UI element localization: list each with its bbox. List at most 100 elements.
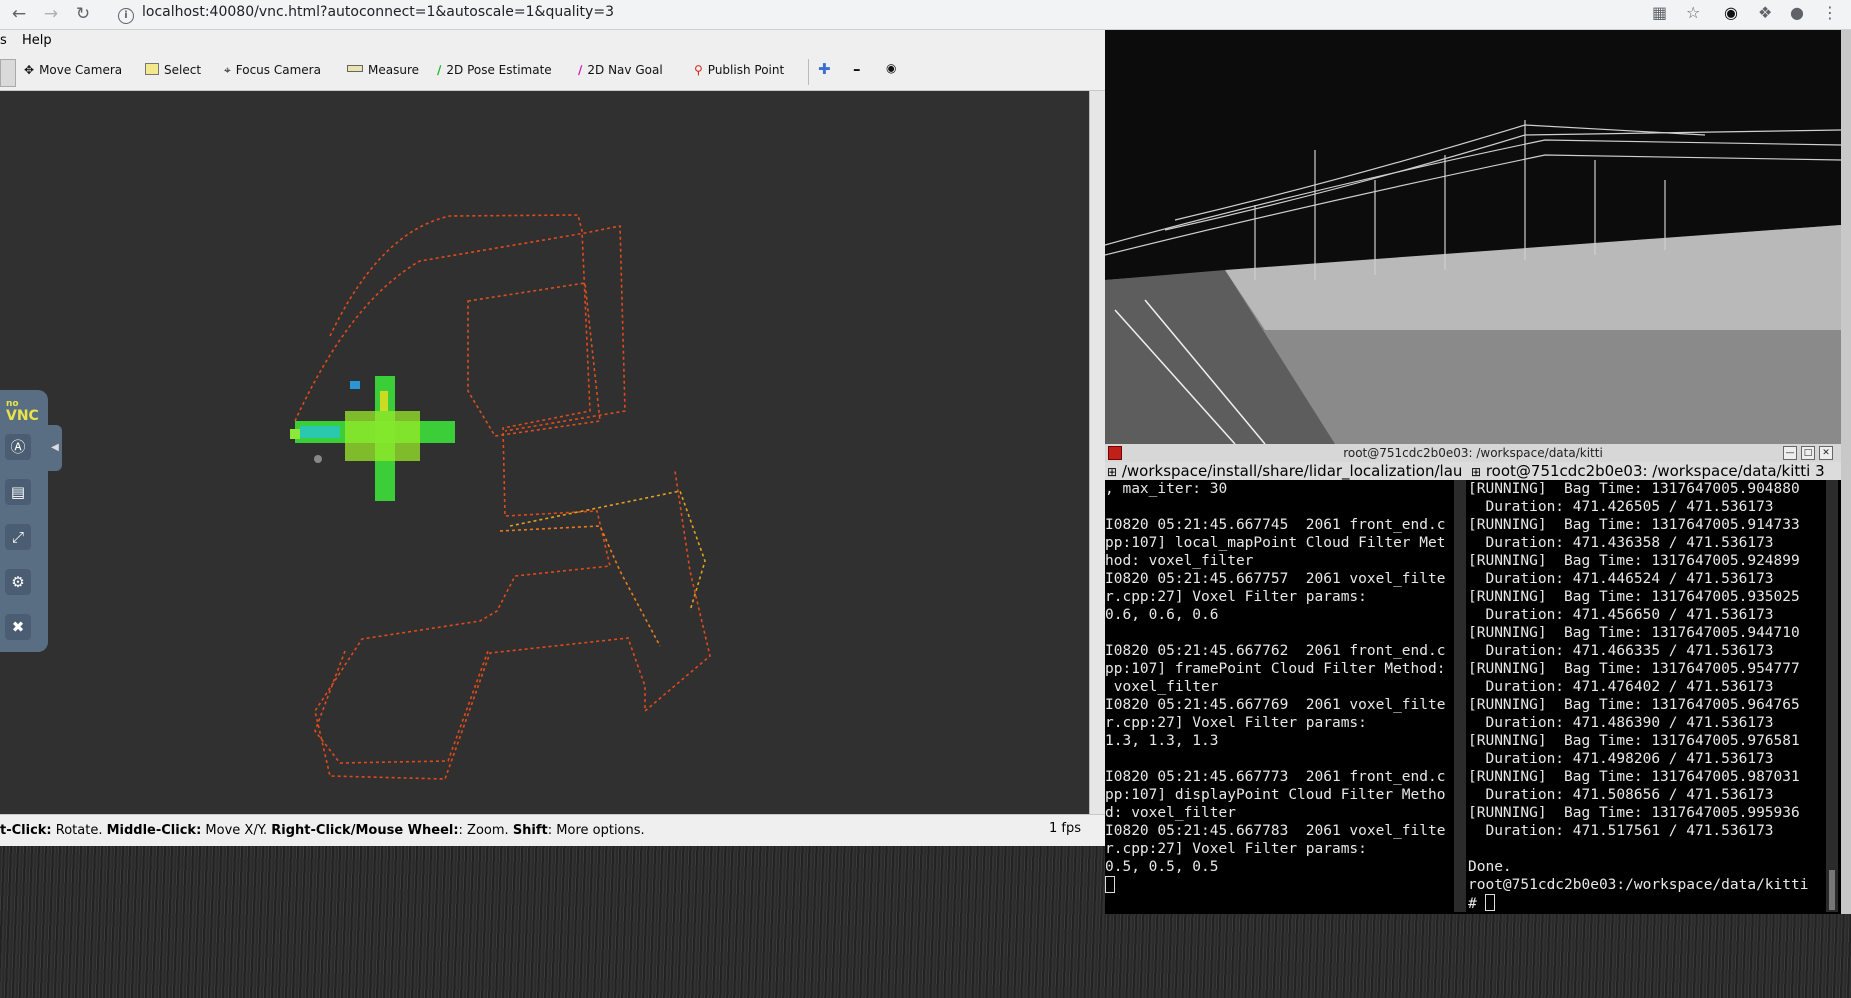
terminal-line: I0820 05:21:45.667762 2061 front_end.c [1105,643,1446,659]
hint-key: Shift [512,823,548,838]
hint-key: Middle-Click: [106,823,202,838]
terminal-line: 1.3, 1.3, 1.3 [1105,733,1219,749]
tool-label: Publish Point [707,63,785,77]
pose-estimate-icon: ∕ [437,63,442,77]
rviz-3d-viewport[interactable] [0,91,1089,814]
terminal-line: Duration: 471.486390 / 471.536173 [1468,715,1774,731]
tool-measure[interactable]: Measure [347,63,419,77]
back-icon[interactable]: ← [8,4,30,24]
browser-toolbar: ← → ↻ i localhost:40080/vnc.html?autoconn… [0,0,1851,30]
tool-label: Move Camera [39,63,123,77]
fullscreen-icon[interactable]: ⤢ [5,524,31,550]
forward-icon[interactable]: → [40,4,62,24]
terminal-line: r.cpp:27] Voxel Filter params: [1105,715,1367,731]
novnc-logo-text: VNC [6,408,39,424]
profile-avatar-icon[interactable]: ● [1790,3,1804,22]
reload-icon[interactable]: ↻ [72,4,94,24]
terminal-line: Duration: 471.508656 / 471.536173 [1468,787,1774,803]
trajectory-path-5 [509,490,706,612]
terminal-line: Done. [1468,859,1512,875]
terminal-tab-left[interactable]: ⊞ /workspace/install/share/lidar_localiz… [1107,462,1467,481]
bookmark-star-icon[interactable]: ☆ [1686,3,1700,22]
point-cloud [290,376,455,501]
terminal-line: [RUNNING] Bag Time: 1317647005.954777 [1468,661,1800,677]
viewport-side-scrollbar[interactable] [1089,91,1106,814]
novnc-panel-handle[interactable]: ◀ [48,425,62,471]
tool-select[interactable]: Select [145,63,201,77]
hint-text: : More options. [547,823,645,838]
add-tool-icon[interactable]: ✚ [818,60,831,78]
terminal-line: I0820 05:21:45.667757 2061 voxel_filte [1105,571,1446,587]
terminal-line: voxel_filter [1105,679,1219,695]
terminal-line: hod: voxel_filter [1105,553,1254,569]
extensions-puzzle-icon[interactable]: ❖ [1758,3,1772,22]
terminal-line: I0820 05:21:45.667783 2061 voxel_filte [1105,823,1446,839]
terminal-line: [RUNNING] Bag Time: 1317647005.964765 [1468,697,1800,713]
tool-publish-point[interactable]: ⚲ Publish Point [694,63,784,77]
terminal-line: r.cpp:27] Voxel Filter params: [1105,841,1367,857]
terminal-line: # [1468,894,1826,912]
terminal-line: root@751cdc2b0e03:/workspace/data/kitti [1468,877,1809,893]
tool-2d-nav-goal[interactable]: ∕ 2D Nav Goal [578,63,663,77]
trajectory-path-2 [294,225,626,432]
menu-item-help[interactable]: Help [22,33,52,48]
tab-label: /workspace/install/share/lidar_localizat… [1121,462,1463,480]
terminal-line: [RUNNING] Bag Time: 1317647005.914733 [1468,517,1800,533]
terminal-line: I0820 05:21:45.667773 2061 front_end.c [1105,769,1446,785]
translate-icon[interactable]: ▦ [1652,3,1667,22]
terminal-scrollbar-left[interactable] [1454,480,1466,912]
measure-icon [347,65,363,72]
tool-label: 2D Pose Estimate [446,63,552,77]
camera-image-view [1105,30,1841,444]
tab-label: root@751cdc2b0e03: /workspace/data/kitti… [1485,462,1825,480]
browser-menu-icon[interactable]: ⋮ [1822,3,1838,22]
tool-move-camera[interactable]: ✥ Move Camera [24,63,122,77]
terminal-line: I0820 05:21:45.667769 2061 voxel_filte [1105,697,1446,713]
tab-grid-icon: ⊞ [1107,465,1118,479]
novnc-logo: no VNC [6,398,39,424]
remove-tool-icon[interactable]: – [853,60,861,78]
tool-2d-pose-estimate[interactable]: ∕ 2D Pose Estimate [437,63,552,77]
terminal-tab-right[interactable]: ⊞ root@751cdc2b0e03: /workspace/data/kit… [1471,462,1841,481]
settings-gear-icon[interactable]: ⚙ [5,569,31,595]
terminal-title: root@751cdc2b0e03: /workspace/data/kitti [1343,446,1603,460]
terminal-app-icon [1108,446,1122,460]
disconnect-icon[interactable]: ✖ [5,614,31,640]
terminal-line: Duration: 471.517561 / 471.536173 [1468,823,1774,839]
terminal-line: r.cpp:27] Voxel Filter params: [1105,589,1367,605]
terminal-pane-right[interactable]: [RUNNING] Bag Time: 1317647005.904880 Du… [1468,480,1826,912]
terminal-line: [RUNNING] Bag Time: 1317647005.976581 [1468,733,1800,749]
clipboard-icon[interactable]: ▤ [5,479,31,505]
nav-goal-icon: ∕ [578,63,583,77]
terminal-output-right: [RUNNING] Bag Time: 1317647005.904880 Du… [1468,480,1826,912]
novnc-control-bar: no VNC Ⓐ ▤ ⤢ ⚙ ✖ [0,390,48,652]
terminal-line: 0.5, 0.5, 0.5 [1105,859,1219,875]
terminal-scrollbar-right[interactable] [1826,480,1838,912]
terminal-line: [RUNNING] Bag Time: 1317647005.904880 [1468,481,1800,497]
terminal-pane-left[interactable]: , max_iter: 30 I0820 05:21:45.667745 206… [1105,480,1454,912]
tool-label: Select [164,63,202,77]
tool-focus-camera[interactable]: ⌖ Focus Camera [224,63,321,78]
minimize-icon[interactable]: — [1783,446,1797,460]
view-eye-icon[interactable]: ◉ [886,61,896,75]
keyboard-a-icon[interactable]: Ⓐ [5,434,31,460]
site-info-icon[interactable]: i [118,8,134,24]
close-icon[interactable]: ✕ [1819,446,1833,460]
address-bar[interactable]: i localhost:40080/vnc.html?autoconnect=1&… [118,4,614,24]
hint-text: Rotate. [51,823,107,838]
viewport-scene [290,214,711,780]
menu-item-s[interactable]: s [0,33,7,48]
publish-point-icon: ⚲ [694,63,703,77]
terminal-line: [RUNNING] Bag Time: 1317647005.995936 [1468,805,1800,821]
extension-circle-icon[interactable]: ◉ [1724,3,1738,22]
maximize-icon[interactable]: □ [1801,446,1815,460]
url-text: localhost:40080/vnc.html?autoconnect=1&a… [142,4,614,20]
hint-text: Move X/Y. [201,823,272,838]
terminal-line: Duration: 471.446524 / 471.536173 [1468,571,1774,587]
terminal-line: Duration: 471.498206 / 471.536173 [1468,751,1774,767]
terminal-line: pp:107] local_mapPoint Cloud Filter Met [1105,535,1446,551]
terminal-line: d: voxel_filter [1105,805,1236,821]
